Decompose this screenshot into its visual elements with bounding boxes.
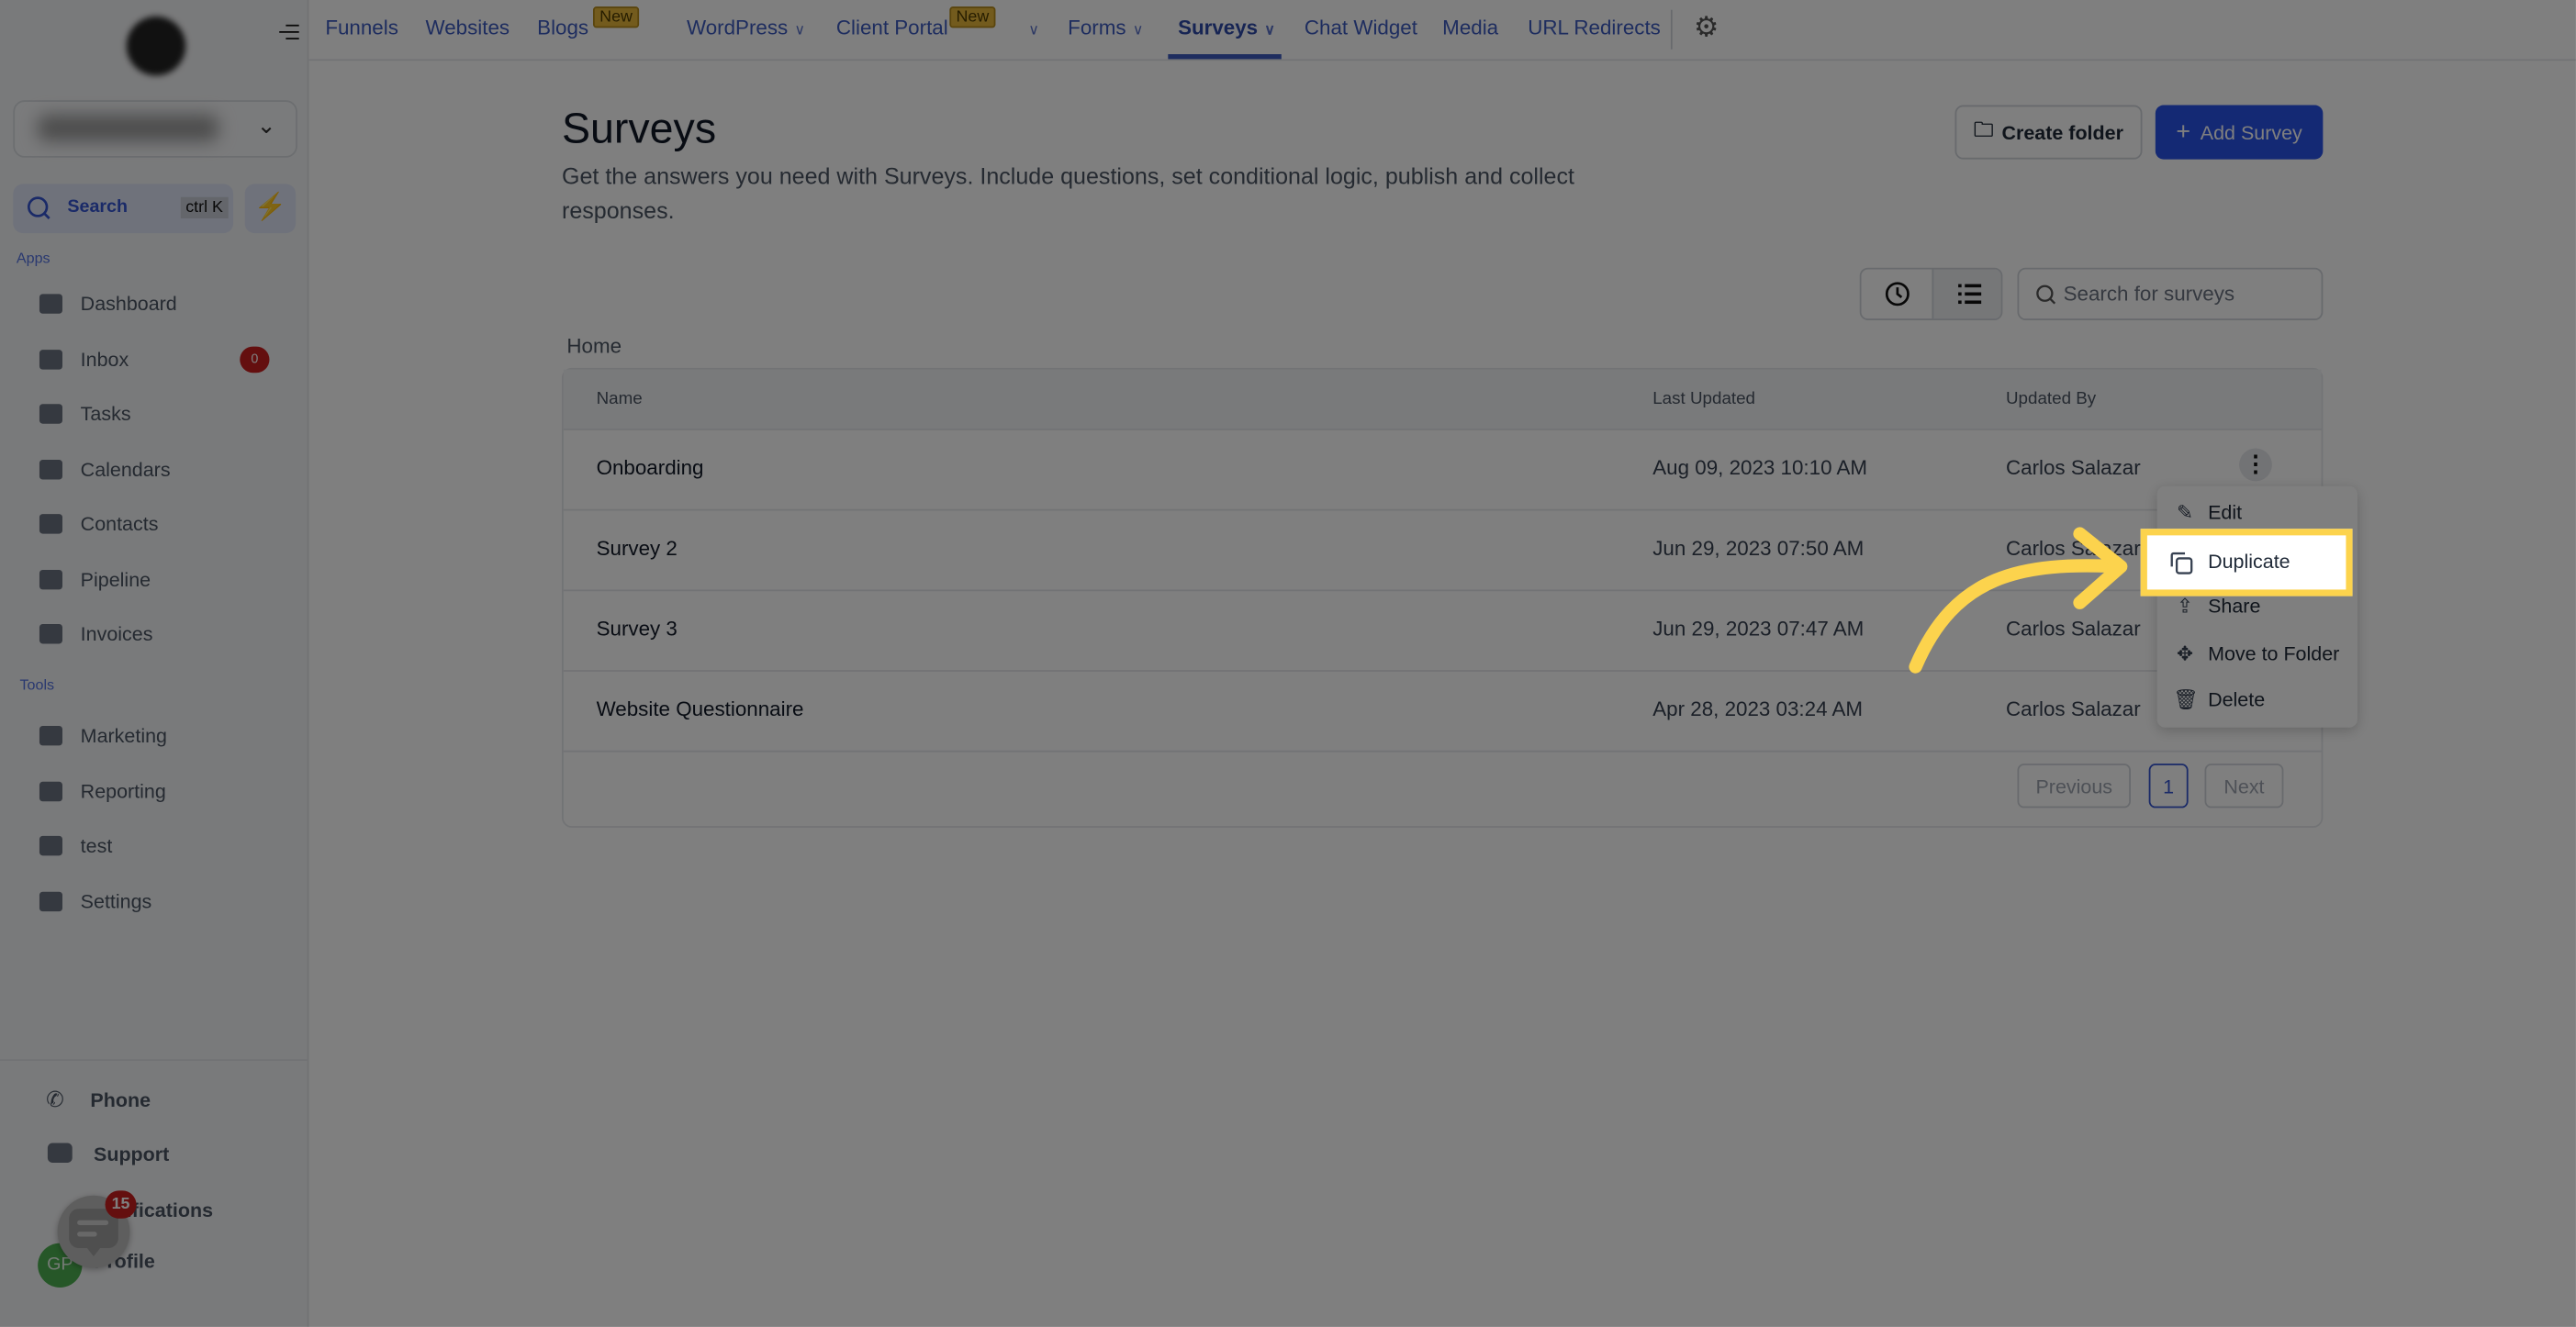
annotation-arrow-icon: [1909, 527, 2128, 674]
